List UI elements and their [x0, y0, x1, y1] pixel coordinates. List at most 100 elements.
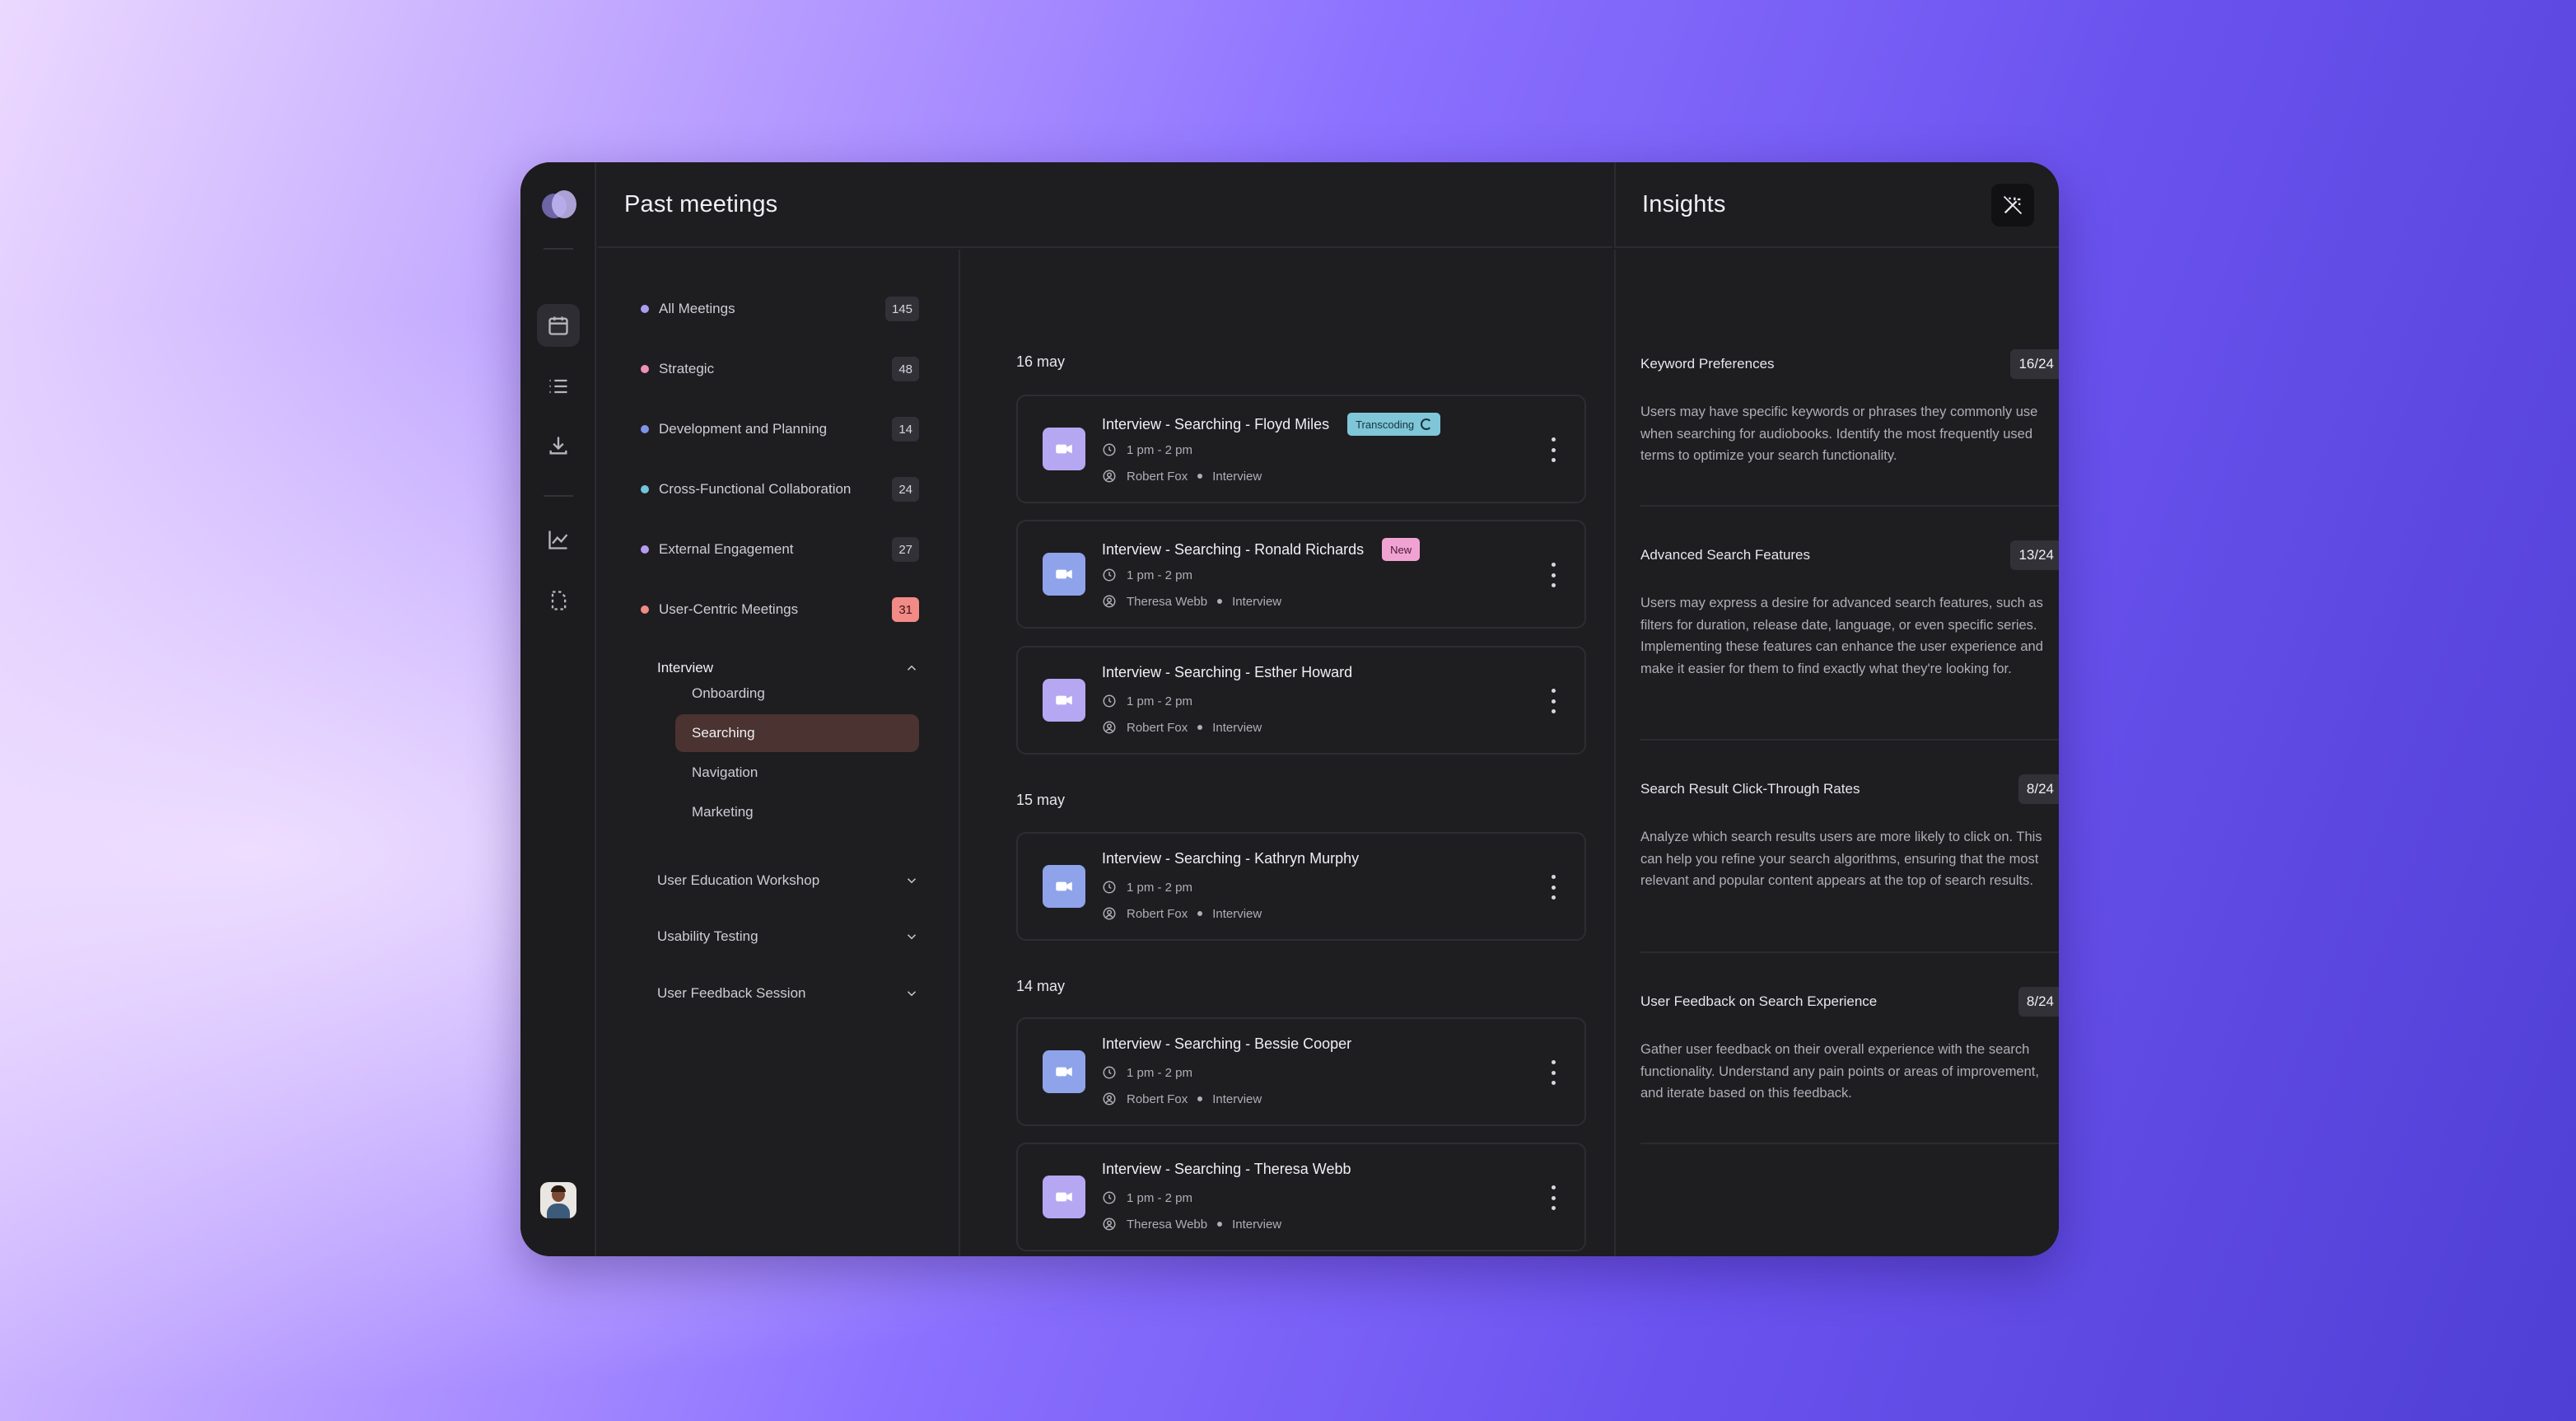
category-strategic[interactable]: Strategic 48	[641, 354, 919, 384]
insight-text: Gather user feedback on their overall ex…	[1640, 1042, 2039, 1101]
more-options-button[interactable]	[1550, 437, 1556, 462]
meeting-card[interactable]: Interview - Searching - Ronald Richards N…	[1016, 520, 1586, 629]
meeting-participants: Theresa Webb Interview	[1102, 1217, 1281, 1232]
category-label: Cross-Functional Collaboration	[659, 481, 852, 497]
category-dot	[641, 365, 649, 373]
category-dot	[641, 545, 649, 554]
category-dot	[641, 485, 649, 493]
group-user-feedback-session[interactable]: User Feedback Session	[657, 979, 919, 1008]
video-camera-icon	[1043, 428, 1085, 470]
insights-panel: Keyword Preferences 16/24 Users may have…	[1614, 250, 2059, 1256]
status-badge: Transcoding	[1347, 413, 1441, 436]
clock-icon	[1103, 881, 1116, 894]
meetings-list: 16 may 15 may 14 may Interview - Searchi…	[962, 250, 1612, 1256]
more-options-button[interactable]	[1550, 1185, 1556, 1210]
insight-score: 13/24	[2010, 540, 2059, 570]
meeting-card[interactable]: Interview - Searching - Kathryn Murphy 1 …	[1016, 832, 1586, 941]
meeting-participants: Theresa Webb Interview	[1102, 594, 1281, 609]
category-count: 48	[892, 357, 919, 381]
more-options-button[interactable]	[1550, 689, 1556, 713]
meeting-person: Robert Fox	[1127, 469, 1188, 484]
video-camera-icon	[1043, 553, 1085, 596]
meeting-person: Robert Fox	[1127, 906, 1188, 921]
category-count: 31	[892, 597, 919, 622]
page-title: Past meetings	[624, 190, 778, 217]
divider	[1640, 505, 2059, 507]
meeting-card[interactable]: Interview - Searching - Bessie Cooper 1 p…	[1016, 1017, 1586, 1126]
category-external-engagement[interactable]: External Engagement 27	[641, 535, 919, 564]
avatar[interactable]	[540, 1182, 576, 1218]
insight-score: 16/24	[2010, 349, 2059, 379]
meeting-card[interactable]: Interview - Searching - Floyd Miles Trans…	[1016, 395, 1586, 503]
meeting-person: Theresa Webb	[1127, 594, 1208, 609]
chevron-down-icon	[907, 934, 917, 940]
category-label: Strategic	[659, 361, 715, 376]
category-sidebar: All Meetings 145 Strategic 48 Developmen…	[598, 250, 960, 1256]
subitem-label: Navigation	[692, 764, 758, 780]
meeting-title-row: Interview - Searching - Esther Howard	[1102, 664, 1352, 681]
date-heading: 14 may	[1016, 978, 1066, 994]
clock-icon	[1103, 443, 1116, 456]
meeting-type: Interview	[1232, 1217, 1282, 1232]
subitem-searching[interactable]: Searching	[675, 714, 919, 752]
app-logo	[542, 190, 576, 220]
category-cross-functional[interactable]: Cross-Functional Collaboration 24	[641, 474, 919, 504]
rail-divider	[544, 248, 573, 250]
meeting-type: Interview	[1212, 469, 1262, 484]
category-all-meetings[interactable]: All Meetings 145	[641, 294, 919, 324]
list-button[interactable]	[537, 365, 580, 408]
meeting-time-row: 1 pm - 2 pm	[1102, 442, 1192, 457]
insight-text: Users may express a desire for advanced …	[1640, 596, 2043, 676]
rail-divider	[544, 495, 573, 497]
insight-card[interactable]: Search Result Click-Through Rates 8/24 A…	[1640, 774, 2059, 892]
meeting-time: 1 pm - 2 pm	[1127, 880, 1193, 895]
more-options-button[interactable]	[1550, 875, 1556, 900]
meeting-time-row: 1 pm - 2 pm	[1102, 568, 1192, 582]
meeting-card[interactable]: Interview - Searching - Theresa Webb 1 pm…	[1016, 1143, 1586, 1251]
category-count: 24	[892, 477, 919, 502]
analytics-button[interactable]	[537, 518, 580, 561]
category-user-centric[interactable]: User-Centric Meetings 31	[641, 595, 919, 624]
subitem-marketing[interactable]: Marketing	[675, 793, 919, 831]
more-options-button[interactable]	[1550, 1060, 1556, 1085]
meeting-time: 1 pm - 2 pm	[1127, 568, 1193, 582]
user-icon	[1103, 907, 1116, 920]
meeting-person: Theresa Webb	[1127, 1217, 1208, 1232]
meeting-title: Interview - Searching - Kathryn Murphy	[1102, 850, 1360, 867]
download-button[interactable]	[537, 424, 580, 467]
meeting-card[interactable]: Interview - Searching - Esther Howard 1 p…	[1016, 646, 1586, 755]
group-usability-testing[interactable]: Usability Testing	[657, 922, 919, 951]
more-options-button[interactable]	[1550, 563, 1556, 587]
insight-card[interactable]: Advanced Search Features 13/24 Users may…	[1640, 540, 2059, 680]
meeting-person: Robert Fox	[1127, 720, 1188, 735]
chevron-down-icon	[907, 991, 917, 997]
divider	[1640, 1143, 2059, 1144]
meeting-participants: Robert Fox Interview	[1102, 1091, 1262, 1106]
date-heading: 15 may	[1016, 792, 1066, 808]
insight-name: Search Result Click-Through Rates	[1640, 781, 1860, 797]
meeting-time-row: 1 pm - 2 pm	[1102, 880, 1192, 895]
group-label: Usability Testing	[657, 928, 758, 944]
meeting-title-row: Interview - Searching - Floyd Miles Trans…	[1102, 413, 1441, 436]
meeting-title: Interview - Searching - Bessie Cooper	[1102, 1035, 1352, 1052]
magic-wand-button[interactable]	[1991, 184, 2034, 227]
file-button[interactable]	[537, 579, 580, 622]
category-development-planning[interactable]: Development and Planning 14	[641, 414, 919, 444]
meeting-time: 1 pm - 2 pm	[1127, 1190, 1193, 1205]
divider	[1640, 739, 2059, 741]
subitem-navigation[interactable]: Navigation	[675, 754, 919, 792]
meeting-time: 1 pm - 2 pm	[1127, 442, 1193, 457]
subitem-onboarding[interactable]: Onboarding	[675, 675, 919, 713]
meeting-title-row: Interview - Searching - Ronald Richards N…	[1102, 538, 1421, 561]
meeting-person: Robert Fox	[1127, 1091, 1188, 1106]
insight-card[interactable]: Keyword Preferences 16/24 Users may have…	[1640, 348, 2059, 467]
meeting-time: 1 pm - 2 pm	[1127, 694, 1193, 708]
meeting-time-row: 1 pm - 2 pm	[1102, 694, 1192, 708]
category-count: 14	[892, 417, 919, 442]
meeting-participants: Robert Fox Interview	[1102, 720, 1262, 735]
calendar-button[interactable]	[537, 304, 580, 347]
insight-card[interactable]: User Feedback on Search Experience 8/24 …	[1640, 986, 2059, 1105]
video-camera-icon	[1043, 1050, 1085, 1093]
group-user-education-workshop[interactable]: User Education Workshop	[657, 866, 919, 895]
user-icon	[1103, 595, 1116, 608]
